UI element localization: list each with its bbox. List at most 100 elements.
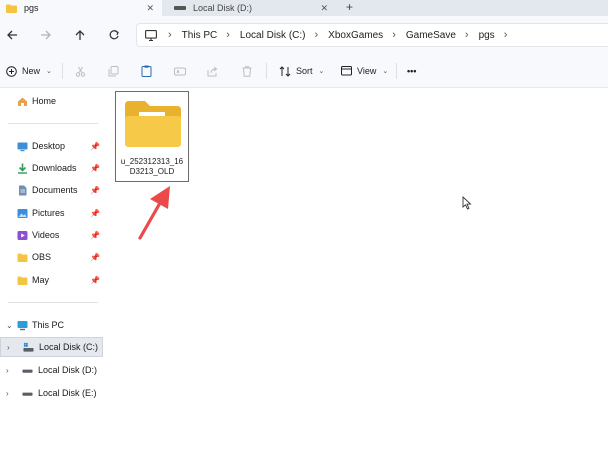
folder-icon	[6, 4, 17, 13]
sidebar-item-documents[interactable]: Documents 📌	[0, 180, 103, 200]
breadcrumb-item-xboxgames[interactable]: XboxGames ›	[328, 29, 406, 41]
plus-circle-icon	[6, 65, 17, 77]
address-bar[interactable]: › This PC › Local Disk (C:) › XboxGames › G…	[136, 23, 608, 47]
view-button[interactable]: View ⌄	[341, 62, 388, 80]
sidebar-item-local-disk-e[interactable]: › Local Disk (E:)	[0, 383, 103, 403]
sidebar-item-this-pc[interactable]: ⌄ This PC	[0, 315, 103, 335]
breadcrumb-item-pgs[interactable]: pgs ›	[479, 29, 518, 41]
drive-icon	[174, 6, 186, 10]
file-explorer-window: pgs ✕ Local Disk (D:) ✕ + › This PC › Loc…	[0, 0, 608, 452]
chevron-right-icon[interactable]: ›	[7, 343, 10, 352]
sidebar-item-label: Documents	[32, 185, 78, 195]
chevron-down-icon[interactable]: ⌄	[6, 321, 13, 330]
breadcrumb-item-this-pc[interactable]: This PC ›	[182, 29, 240, 41]
breadcrumb-item-gamesave[interactable]: GameSave ›	[406, 29, 479, 41]
arrow-left-icon	[7, 30, 17, 40]
navigation-bar: › This PC › Local Disk (C:) › XboxGames › G…	[0, 16, 608, 54]
pin-icon[interactable]: 📌	[90, 186, 100, 195]
sort-button[interactable]: Sort ⌄	[279, 62, 324, 80]
file-list-pane[interactable]: u_252312313_16D3213_OLD	[106, 88, 608, 452]
new-button[interactable]: New ⌄	[6, 62, 52, 80]
chevron-right-icon[interactable]: ›	[6, 389, 9, 398]
rename-button[interactable]	[174, 62, 186, 80]
tab-bar: pgs ✕ Local Disk (D:) ✕ +	[0, 0, 608, 16]
delete-button[interactable]	[242, 62, 252, 80]
pin-icon[interactable]: 📌	[90, 231, 100, 240]
folder-name: u_252312313_16D3213_OLD	[120, 157, 184, 176]
sort-label: Sort	[296, 66, 313, 76]
tab-local-disk-d[interactable]: Local Disk (D:) ✕	[166, 0, 336, 16]
breadcrumb-label: Local Disk (C:)	[239, 29, 306, 41]
sidebar-item-label: May	[32, 275, 50, 285]
sidebar-item-desktop[interactable]: Desktop 📌	[0, 136, 103, 156]
divider	[8, 123, 98, 124]
forward-button[interactable]	[38, 27, 54, 43]
tab-pgs[interactable]: pgs ✕	[0, 0, 162, 16]
monitor-icon	[145, 29, 157, 41]
refresh-button[interactable]	[106, 27, 122, 43]
drive-icon	[22, 369, 33, 373]
pin-icon[interactable]: 📌	[90, 209, 100, 218]
pin-icon[interactable]: 📌	[90, 253, 100, 262]
command-bar: New ⌄ Sort ⌄ View ⌄ •••	[0, 54, 608, 88]
folder-icon	[17, 253, 28, 262]
sidebar-item-label: Local Disk (D:)	[38, 365, 98, 375]
pin-icon[interactable]: 📌	[90, 142, 100, 151]
pin-icon[interactable]: 📌	[90, 164, 100, 173]
tab-label: Local Disk (D:)	[193, 3, 253, 13]
sidebar-item-may[interactable]: May 📌	[0, 270, 103, 290]
computer-icon	[17, 320, 28, 330]
sidebar-item-videos[interactable]: Videos 📌	[0, 225, 103, 245]
more-options-button[interactable]: •••	[407, 62, 416, 80]
breadcrumb-label: pgs	[478, 29, 495, 41]
chevron-down-icon: ⌄	[382, 68, 389, 75]
arrow-right-icon	[41, 30, 51, 40]
copy-button[interactable]	[108, 62, 119, 80]
breadcrumb-separator[interactable]: ›	[157, 29, 182, 41]
close-tab-icon[interactable]: ✕	[320, 3, 328, 14]
sort-icon	[279, 65, 291, 77]
sidebar-item-home[interactable]: Home	[0, 91, 103, 111]
downloads-icon	[18, 163, 27, 174]
documents-icon	[19, 185, 27, 195]
share-icon	[207, 66, 218, 76]
cut-button[interactable]	[75, 62, 86, 80]
folder-icon	[125, 101, 181, 147]
chevron-down-icon: ⌄	[318, 68, 325, 75]
scissors-icon	[75, 66, 86, 77]
share-button[interactable]	[207, 62, 218, 80]
pictures-icon	[17, 208, 28, 218]
back-button[interactable]	[4, 27, 20, 43]
breadcrumb-item-local-disk-c[interactable]: Local Disk (C:) ›	[240, 29, 328, 41]
sidebar-item-downloads[interactable]: Downloads 📌	[0, 158, 103, 178]
new-label: New	[22, 66, 41, 76]
breadcrumb-label: GameSave	[405, 29, 456, 41]
chevron-right-icon[interactable]: ›	[6, 366, 9, 375]
trash-icon	[242, 65, 252, 77]
close-tab-icon[interactable]: ✕	[146, 3, 154, 14]
desktop-icon	[17, 142, 28, 151]
sidebar-item-label: This PC	[32, 320, 65, 330]
divider	[62, 63, 63, 79]
sidebar-item-obs[interactable]: OBS 📌	[0, 247, 103, 267]
sidebar-item-pictures[interactable]: Pictures 📌	[0, 203, 103, 223]
up-button[interactable]	[72, 27, 88, 43]
videos-icon	[17, 230, 28, 240]
sidebar-item-label: Home	[32, 96, 57, 106]
divider	[396, 63, 397, 79]
pin-icon[interactable]: 📌	[90, 276, 100, 285]
new-tab-button[interactable]: +	[346, 0, 353, 16]
paste-button[interactable]	[141, 62, 152, 80]
sidebar-item-local-disk-d[interactable]: › Local Disk (D:)	[0, 360, 103, 380]
breadcrumb-label: This PC	[181, 29, 218, 41]
sidebar-item-label: OBS	[32, 252, 52, 262]
folder-icon	[17, 276, 28, 285]
chevron-down-icon: ⌄	[46, 68, 52, 75]
divider	[8, 302, 98, 303]
sidebar-item-label: Local Disk (C:)	[39, 342, 99, 352]
sidebar-item-label: Pictures	[32, 208, 65, 218]
folder-item[interactable]: u_252312313_16D3213_OLD	[115, 91, 189, 182]
tab-label: pgs	[24, 3, 39, 13]
divider	[266, 63, 267, 79]
sidebar-item-local-disk-c[interactable]: › Local Disk (C:)	[0, 337, 103, 357]
